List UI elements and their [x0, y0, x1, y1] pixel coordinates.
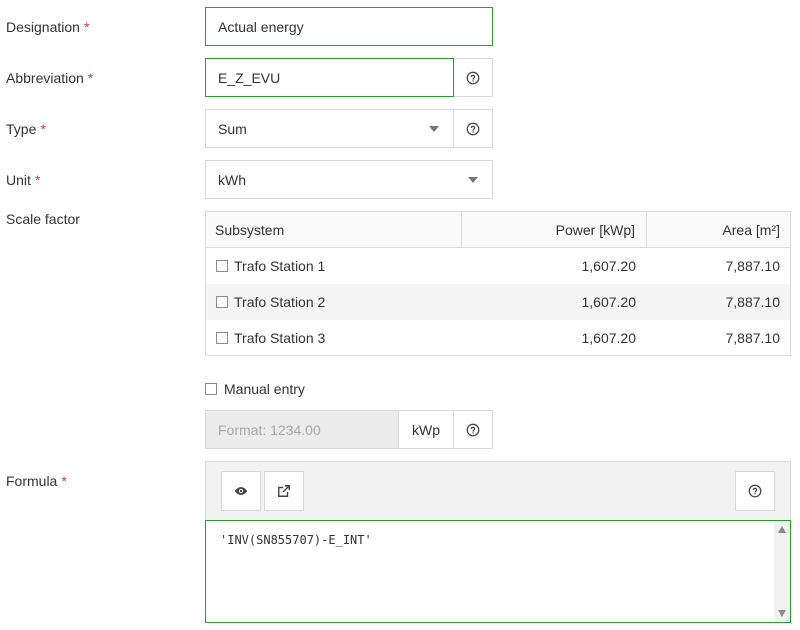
external-link-icon	[278, 485, 290, 497]
required-mark: *	[83, 19, 90, 35]
formula-scrollbar[interactable]	[774, 521, 790, 622]
type-label: Type *	[6, 121, 46, 137]
abbreviation-label: Abbreviation *	[6, 70, 93, 86]
eye-icon	[234, 487, 248, 495]
required-mark: *	[34, 172, 41, 188]
help-icon	[466, 423, 480, 436]
power-cell: 1,607.20	[581, 330, 637, 346]
abbreviation-label-text: Abbreviation	[6, 70, 84, 86]
subsystem-table: Subsystem Power [kWp] Area [m²] Trafo St…	[205, 211, 791, 356]
formula-textarea[interactable]: 'INV(SN855707)-E_INT'	[205, 520, 791, 623]
checkbox-icon[interactable]	[216, 260, 228, 272]
checkbox-icon[interactable]	[216, 296, 228, 308]
required-mark: *	[40, 121, 46, 137]
scroll-down-arrow-icon[interactable]	[778, 610, 786, 617]
formula-toolbar	[205, 461, 791, 522]
type-select[interactable]: Sum	[205, 109, 454, 148]
column-header-area[interactable]: Area [m²]	[647, 212, 790, 247]
required-mark: *	[87, 70, 94, 86]
abbreviation-value: E_Z_EVU	[218, 69, 281, 86]
abbreviation-input[interactable]: E_Z_EVU	[205, 58, 454, 97]
manual-value-input: Format: 1234.00	[205, 410, 399, 449]
type-help-button[interactable]	[454, 109, 493, 148]
column-header-power[interactable]: Power [kWp]	[462, 212, 647, 247]
scale-factor-label: Scale factor	[6, 211, 80, 227]
checkbox-icon[interactable]	[216, 332, 228, 344]
unit-label: Unit *	[6, 172, 40, 188]
area-cell: 7,887.10	[725, 258, 781, 274]
subsystem-name: Trafo Station 1	[234, 258, 326, 274]
unit-select[interactable]: kWh	[205, 160, 493, 199]
type-label-text: Type	[6, 121, 37, 137]
checkbox-icon[interactable]	[205, 383, 217, 395]
designation-input[interactable]: Actual energy	[205, 7, 493, 46]
subsystem-name: Trafo Station 3	[234, 330, 326, 346]
manual-entry-checkbox[interactable]: Manual entry	[205, 381, 305, 397]
help-icon	[466, 122, 480, 135]
open-external-button[interactable]	[264, 471, 304, 511]
subsystem-cell: Trafo Station 3	[206, 330, 462, 346]
scroll-up-arrow-icon[interactable]	[778, 526, 786, 533]
formula-label-text: Formula	[6, 473, 58, 489]
manual-value-placeholder: Format: 1234.00	[218, 421, 321, 438]
chevron-down-icon	[468, 176, 478, 183]
formula-help-button[interactable]	[735, 471, 775, 511]
subsystem-name: Trafo Station 2	[234, 294, 326, 310]
area-cell: 7,887.10	[725, 294, 781, 310]
formula-value: 'INV(SN855707)-E_INT'	[220, 533, 372, 547]
table-row: Trafo Station 1 1,607.20 7,887.10	[206, 248, 790, 284]
designation-label: Designation *	[6, 19, 89, 35]
type-value: Sum	[218, 120, 247, 137]
abbreviation-help-button[interactable]	[454, 58, 493, 97]
subsystem-cell: Trafo Station 2	[206, 294, 462, 310]
column-header-subsystem[interactable]: Subsystem	[206, 212, 462, 247]
manual-unit-text: kWp	[412, 421, 440, 438]
table-row: Trafo Station 2 1,607.20 7,887.10	[206, 284, 790, 320]
help-icon	[748, 484, 762, 498]
unit-value: kWh	[218, 171, 246, 188]
unit-addon: kWp	[399, 410, 454, 449]
help-icon	[466, 71, 480, 84]
subsystem-cell: Trafo Station 1	[206, 258, 462, 274]
power-cell: 1,607.20	[581, 294, 637, 310]
area-cell: 7,887.10	[725, 330, 781, 346]
unit-label-text: Unit	[6, 172, 31, 188]
manual-help-button[interactable]	[454, 410, 493, 449]
designation-label-text: Designation	[6, 19, 80, 35]
table-row: Trafo Station 3 1,607.20 7,887.10	[206, 320, 790, 356]
chevron-down-icon	[429, 125, 439, 132]
designation-value: Actual energy	[218, 18, 304, 35]
formula-label: Formula *	[6, 473, 67, 489]
table-header: Subsystem Power [kWp] Area [m²]	[206, 212, 790, 248]
power-cell: 1,607.20	[581, 258, 637, 274]
preview-button[interactable]	[221, 471, 261, 511]
required-mark: *	[61, 473, 67, 489]
manual-entry-label: Manual entry	[224, 381, 305, 397]
